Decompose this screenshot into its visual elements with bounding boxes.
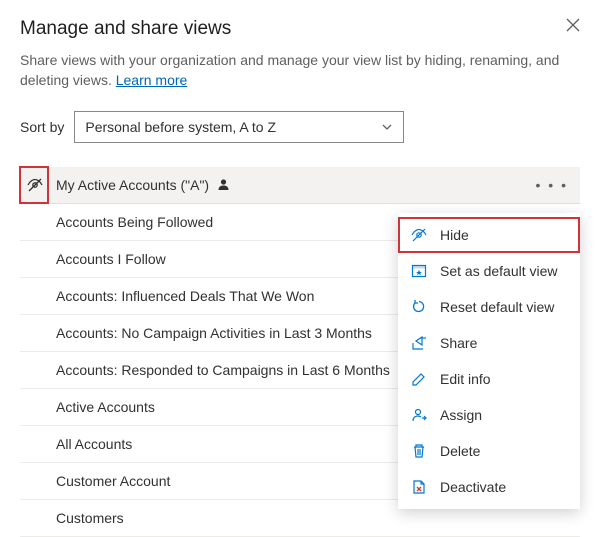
menu-item-assign[interactable]: Assign <box>398 397 580 433</box>
view-name: Active Accounts <box>56 399 155 415</box>
set-default-icon <box>410 262 428 280</box>
view-name: Accounts: Influenced Deals That We Won <box>56 288 314 304</box>
deactivate-icon <box>410 478 428 496</box>
view-name: Accounts: Responded to Campaigns in Last… <box>56 362 390 378</box>
reset-icon <box>410 298 428 316</box>
menu-item-delete[interactable]: Delete <box>398 433 580 469</box>
sort-by-label: Sort by <box>20 119 64 135</box>
view-name: Accounts Being Followed <box>56 214 213 230</box>
menu-item-share[interactable]: Share <box>398 325 580 361</box>
share-icon <box>410 334 428 352</box>
close-button[interactable] <box>566 18 580 32</box>
menu-item-label: Reset default view <box>440 299 554 315</box>
dialog-description: Share views with your organization and m… <box>20 50 580 91</box>
menu-item-label: Share <box>440 335 477 351</box>
delete-icon <box>410 442 428 460</box>
sort-by-select[interactable]: Personal before system, A to Z <box>74 111 404 143</box>
hide-column-toggle[interactable] <box>20 167 50 203</box>
hide-icon <box>410 226 428 244</box>
close-icon <box>566 18 580 32</box>
menu-item-edit-info[interactable]: Edit info <box>398 361 580 397</box>
dialog-title: Manage and share views <box>20 18 580 40</box>
view-context-menu: Hide Set as default view Reset default vie… <box>398 213 580 509</box>
menu-item-reset-default[interactable]: Reset default view <box>398 289 580 325</box>
edit-icon <box>410 370 428 388</box>
menu-item-label: Set as default view <box>440 263 558 279</box>
menu-item-label: Deactivate <box>440 479 506 495</box>
more-actions-button[interactable]: • • • <box>530 167 574 203</box>
person-icon <box>217 178 230 191</box>
more-icon: • • • <box>536 177 568 193</box>
menu-item-deactivate[interactable]: Deactivate <box>398 469 580 505</box>
menu-item-set-default[interactable]: Set as default view <box>398 253 580 289</box>
view-name: Customer Account <box>56 473 170 489</box>
view-row[interactable]: My Active Accounts ("A") • • • <box>20 167 580 204</box>
view-name: All Accounts <box>56 436 132 452</box>
learn-more-link[interactable]: Learn more <box>116 72 188 88</box>
menu-item-hide[interactable]: Hide <box>398 217 580 253</box>
view-name: Accounts: No Campaign Activities in Last… <box>56 325 372 341</box>
assign-icon <box>410 406 428 424</box>
menu-item-label: Hide <box>440 227 469 243</box>
menu-item-label: Edit info <box>440 371 491 387</box>
view-name: My Active Accounts ("A") <box>56 177 209 193</box>
dialog-description-text: Share views with your organization and m… <box>20 52 559 88</box>
chevron-down-icon <box>381 121 393 133</box>
menu-item-label: Delete <box>440 443 480 459</box>
menu-item-label: Assign <box>440 407 482 423</box>
view-name: Customers <box>56 510 124 526</box>
view-name: Accounts I Follow <box>56 251 166 267</box>
sort-by-value: Personal before system, A to Z <box>85 119 276 135</box>
